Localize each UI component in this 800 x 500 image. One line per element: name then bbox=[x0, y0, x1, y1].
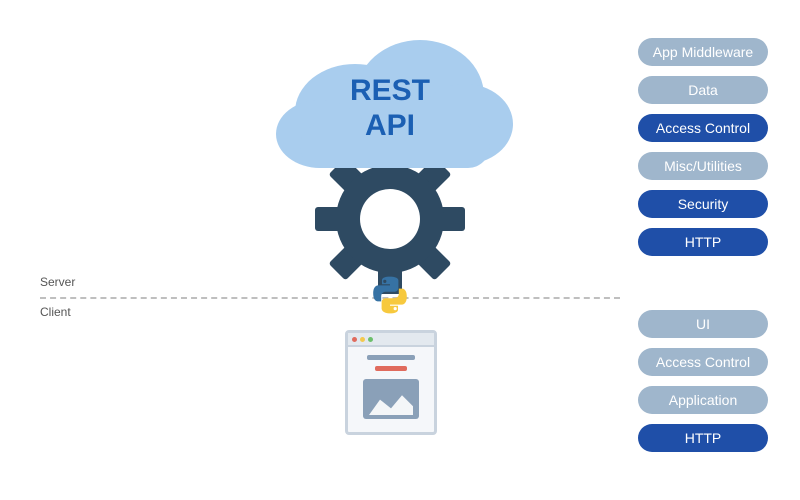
cloud-label: REST API bbox=[260, 74, 520, 143]
cloud-label-line2: API bbox=[365, 109, 415, 142]
server-label: Server bbox=[40, 275, 75, 289]
pill-app-middleware: App Middleware bbox=[638, 38, 768, 66]
client-app-icon bbox=[345, 330, 437, 440]
cloud-label-line1: REST bbox=[350, 74, 430, 107]
pill-data: Data bbox=[638, 76, 768, 104]
client-label: Client bbox=[40, 305, 71, 319]
diagram-canvas: REST API Server Client App Middleware Da… bbox=[0, 0, 800, 500]
server-client-divider bbox=[40, 297, 620, 299]
client-layer-list: UI Access Control Application HTTP bbox=[638, 310, 768, 452]
pill-access-control-server: Access Control bbox=[638, 114, 768, 142]
python-icon bbox=[370, 275, 410, 315]
pill-access-control-client: Access Control bbox=[638, 348, 768, 376]
pill-ui: UI bbox=[638, 310, 768, 338]
pill-http-server: HTTP bbox=[638, 228, 768, 256]
rest-api-cloud-block: REST API bbox=[260, 34, 520, 264]
pill-application: Application bbox=[638, 386, 768, 414]
pill-http-client: HTTP bbox=[638, 424, 768, 452]
server-layer-list: App Middleware Data Access Control Misc/… bbox=[638, 38, 768, 256]
pill-misc-utilities: Misc/Utilities bbox=[638, 152, 768, 180]
pill-security: Security bbox=[638, 190, 768, 218]
